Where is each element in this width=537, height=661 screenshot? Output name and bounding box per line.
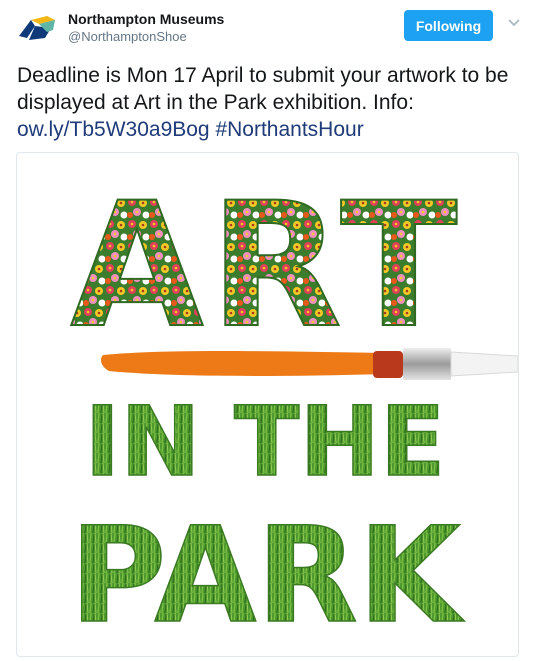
info-link[interactable]: ow.ly/Tb5W30a9Bog bbox=[17, 118, 210, 141]
account-name[interactable]: Northampton Museums bbox=[68, 11, 224, 27]
museum-logo-icon[interactable] bbox=[17, 10, 59, 44]
tweet-body: Deadline is Mon 17 April to submit your … bbox=[17, 64, 509, 114]
brush-tip bbox=[373, 351, 403, 378]
brush-ferrule bbox=[403, 348, 451, 380]
following-button[interactable]: Following bbox=[404, 10, 493, 41]
poster-word-in-the: IN THE bbox=[85, 386, 446, 498]
chevron-down-icon[interactable] bbox=[506, 14, 522, 30]
tweet-media-image[interactable]: ART IN THE PARK bbox=[16, 152, 519, 657]
paint-stroke bbox=[101, 351, 385, 376]
tweet-text: Deadline is Mon 17 April to submit your … bbox=[17, 62, 527, 143]
art-in-the-park-poster: ART IN THE PARK bbox=[69, 164, 518, 654]
poster-word-art: ART bbox=[70, 165, 463, 366]
poster-word-park: PARK bbox=[70, 499, 465, 653]
brush-handle bbox=[450, 351, 518, 377]
tweet-header: Northampton Museums @NorthamptonShoe Fol… bbox=[0, 0, 537, 52]
account-handle[interactable]: @NorthamptonShoe bbox=[68, 29, 187, 44]
hashtag-link[interactable]: #NorthantsHour bbox=[215, 118, 363, 141]
